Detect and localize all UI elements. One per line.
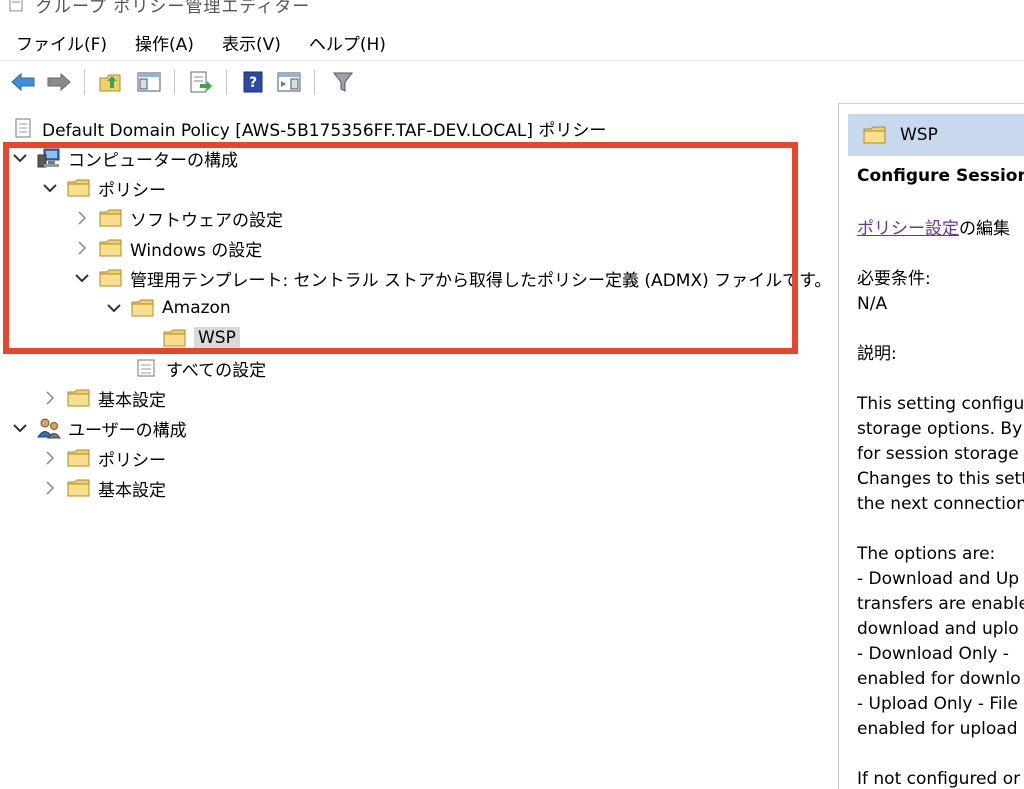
requirements-value: N/A — [857, 294, 888, 314]
filter-button[interactable] — [328, 67, 358, 97]
window-title: グループ ポリシー管理エディター — [36, 0, 311, 17]
options-line: enabled for downlo — [857, 669, 1021, 689]
title-bar: グループ ポリシー管理エディター — [0, 0, 1024, 22]
chevron-right-icon[interactable] — [40, 388, 60, 408]
folder-icon — [66, 447, 92, 469]
toolbar-separator — [314, 69, 315, 95]
chevron-right-icon[interactable] — [40, 448, 60, 468]
tree-label: ユーザーの構成 — [68, 420, 187, 441]
description-line: for session storage — [857, 444, 1019, 464]
tree-root-label: Default Domain Policy [AWS-5B175356FF.TA… — [42, 120, 607, 141]
tree-label: 基本設定 — [98, 480, 166, 501]
tree-label: 基本設定 — [98, 390, 166, 411]
description-line: If not configured or — [857, 769, 1021, 789]
options-line: The options are: — [857, 544, 996, 564]
tree-item-computer-basic-settings[interactable]: 基本設定 — [40, 384, 166, 412]
highlight-annotation-box — [3, 142, 798, 354]
tree-item-user-policy[interactable]: ポリシー — [40, 444, 166, 472]
edit-policy-suffix: の編集 — [959, 219, 1010, 239]
folder-icon — [66, 387, 92, 409]
toolbar-separator — [226, 69, 227, 95]
forward-button[interactable] — [44, 67, 74, 97]
edit-policy-line: ポリシー設定の編集 — [857, 217, 1024, 242]
options-line: - Upload Only - File — [857, 694, 1018, 714]
menu-bar: ファイル(F) 操作(A) 表示(V) ヘルプ(H) — [0, 26, 1024, 58]
detail-header: WSP — [848, 114, 1024, 156]
toolbar: ? — [0, 60, 1024, 104]
menu-action[interactable]: 操作(A) — [123, 30, 210, 55]
requirements-label: 必要条件: — [857, 269, 931, 289]
action-pane-icon — [277, 72, 301, 92]
folder-icon — [66, 477, 92, 499]
edit-policy-link[interactable]: ポリシー設定 — [857, 219, 959, 239]
chevron-right-icon[interactable] — [40, 478, 60, 498]
menu-view[interactable]: 表示(V) — [210, 30, 297, 55]
menu-file[interactable]: ファイル(F) — [0, 30, 123, 55]
description-line: This setting configu — [857, 394, 1024, 414]
show-hide-console-tree-button[interactable] — [134, 67, 164, 97]
help-button[interactable]: ? — [238, 67, 268, 97]
export-list-button[interactable] — [186, 67, 216, 97]
forward-arrow-icon — [47, 72, 71, 92]
setting-title: Configure Session S — [857, 166, 1024, 186]
tree-item-user-config[interactable]: ユーザーの構成 — [10, 414, 187, 442]
tree-root-row[interactable]: Default Domain Policy [AWS-5B175356FF.TA… — [10, 114, 606, 142]
export-icon — [190, 71, 212, 93]
users-icon — [36, 417, 62, 439]
detail-body: Configure Session S ポリシー設定の編集 必要条件: N/A … — [857, 164, 1024, 789]
settings-list-icon — [134, 357, 160, 379]
detail-pane: WSP Configure Session S ポリシー設定の編集 必要条件: … — [846, 110, 1024, 789]
policy-document-icon — [10, 117, 36, 139]
chevron-down-icon[interactable] — [10, 418, 30, 438]
svg-text:?: ? — [249, 75, 257, 91]
description-label: 説明: — [857, 344, 897, 364]
folder-up-icon — [99, 74, 121, 92]
tree-item-user-basic-settings[interactable]: 基本設定 — [40, 474, 166, 502]
filter-icon — [332, 72, 354, 92]
toolbar-separator — [174, 69, 175, 95]
gpo-editor-icon — [9, 0, 23, 12]
menu-help[interactable]: ヘルプ(H) — [297, 30, 402, 55]
folder-icon — [862, 124, 888, 146]
description-line: the next connection — [857, 494, 1024, 514]
toolbar-separator — [84, 69, 85, 95]
up-folder-button[interactable] — [96, 67, 126, 97]
console-tree-icon — [137, 72, 161, 92]
options-line: - Download Only - — [857, 644, 1009, 664]
back-button[interactable] — [8, 67, 38, 97]
description-line: Changes to this sett — [857, 469, 1024, 489]
options-line: - Download and Up — [857, 569, 1020, 589]
detail-header-label: WSP — [900, 125, 938, 145]
tree-item-all-settings[interactable]: すべての設定 — [134, 354, 266, 382]
tree-label: ポリシー — [98, 450, 166, 471]
options-line: transfers are enable — [857, 594, 1024, 614]
back-arrow-icon — [11, 72, 35, 92]
tree-label: すべての設定 — [166, 360, 267, 381]
options-line: enabled for upload — [857, 719, 1018, 739]
description-line: storage options. By — [857, 419, 1023, 439]
show-hide-action-pane-button[interactable] — [274, 67, 304, 97]
help-icon: ? — [243, 71, 263, 93]
options-line: download and uplo — [857, 619, 1019, 639]
